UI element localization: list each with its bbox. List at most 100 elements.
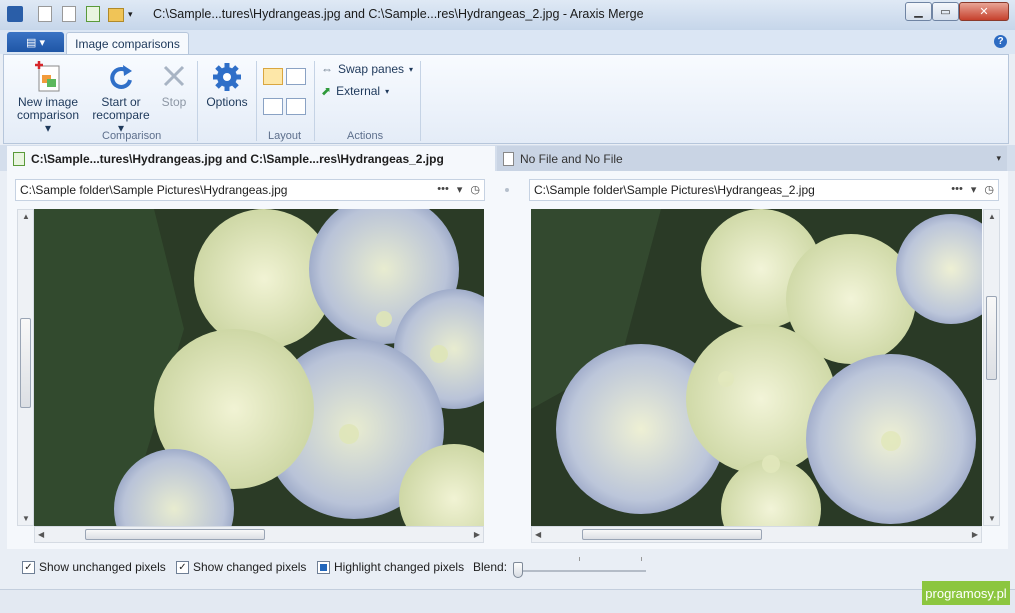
close-button[interactable]: ✕ (959, 2, 1009, 21)
group-label-actions: Actions (347, 130, 384, 142)
chevron-down-icon[interactable]: ▾ (971, 183, 977, 196)
swap-panes-label: Swap panes (338, 62, 405, 76)
new-document-icon[interactable] (38, 6, 52, 22)
title-bar: ▾ C:\Sample...tures\Hydrangeas.jpg and C… (0, 0, 1015, 31)
ribbon: New image comparison ▾ Start or recompar… (3, 54, 1009, 144)
chevron-down-icon: ▾ (385, 86, 390, 96)
scroll-up-icon[interactable]: ▲ (22, 212, 30, 221)
options-label: Options (206, 95, 248, 109)
new-image-comparison-button[interactable]: New image comparison ▾ (14, 61, 82, 135)
chevron-down-icon: ▾ (409, 64, 414, 74)
group-separator (314, 61, 315, 141)
checkbox-checked-icon: ✓ (22, 560, 35, 574)
tab-list-dropdown-icon[interactable]: ▾ (996, 153, 1001, 164)
left-path-text: C:\Sample folder\Sample Pictures\Hydrang… (20, 183, 288, 197)
image-document-icon (13, 151, 25, 166)
left-path-controls: ••• ▾ ◷ (437, 183, 480, 196)
history-icon[interactable]: ◷ (470, 183, 480, 196)
scroll-left-icon[interactable]: ◀ (38, 530, 44, 539)
browse-icon[interactable]: ••• (437, 183, 449, 196)
slider-tick (579, 557, 580, 561)
layout-stacked-alt-button[interactable] (286, 98, 306, 115)
layout-side-by-side-button[interactable] (263, 68, 283, 85)
blend-label-wrapper: Blend: (473, 560, 507, 574)
maximize-button[interactable]: ▭ (932, 2, 959, 21)
left-horizontal-scrollbar[interactable]: ◀ ▶ (34, 526, 484, 543)
right-path-field[interactable]: C:\Sample folder\Sample Pictures\Hydrang… (529, 179, 999, 201)
minimize-button[interactable]: ▁ (905, 2, 932, 21)
checkbox-checked-icon: ✓ (176, 560, 189, 574)
left-hscroll-thumb[interactable] (85, 529, 265, 540)
external-label: External (336, 84, 381, 98)
external-button[interactable]: ⬈ External ▾ (321, 84, 389, 98)
blend-slider-track[interactable] (514, 570, 646, 572)
document-tab-strip: C:\Sample...tures\Hydrangeas.jpg and C:\… (0, 145, 1015, 171)
show-changed-label: Show changed pixels (193, 560, 307, 574)
highlight-changed-label: Highlight changed pixels (334, 560, 465, 574)
watermark-badge: programosy.pl (922, 581, 1010, 605)
highlight-changed-checkbox[interactable]: Highlight changed pixels (317, 560, 464, 574)
right-horizontal-scrollbar[interactable]: ◀ ▶ (531, 526, 982, 543)
tab-image-comparisons[interactable]: Image comparisons (66, 32, 189, 55)
swap-panes-button[interactable]: ⇔ Swap panes ▾ (321, 62, 413, 76)
status-bar (0, 589, 1015, 613)
new-image-label-2: comparison ▾ (16, 108, 80, 135)
options-button[interactable]: Options (202, 61, 252, 109)
maximize-icon: ▭ (940, 6, 951, 18)
menu-icon: ▤ ▾ (26, 36, 45, 49)
right-vertical-scrollbar[interactable]: ▲ ▼ (983, 209, 1000, 526)
scroll-down-icon[interactable]: ▼ (988, 514, 996, 523)
chevron-down-icon[interactable]: ▾ (457, 183, 463, 196)
scroll-right-icon[interactable]: ▶ (972, 530, 978, 539)
minimize-icon: ▁ (914, 6, 923, 18)
customize-toolbar-icon[interactable]: ▾ (128, 6, 138, 22)
history-icon[interactable]: ◷ (984, 183, 994, 196)
scroll-down-icon[interactable]: ▼ (22, 514, 30, 523)
application-menu-button[interactable]: ▤ ▾ (7, 32, 64, 52)
new-image-comparison-icon (35, 61, 60, 92)
scroll-right-icon[interactable]: ▶ (474, 530, 480, 539)
splitter-handle[interactable] (505, 188, 509, 192)
new-image-comparison-icon[interactable] (86, 6, 100, 22)
group-label-comparison: Comparison (102, 130, 162, 142)
scroll-up-icon[interactable]: ▲ (988, 212, 996, 221)
document-tab-active-label: C:\Sample...tures\Hydrangeas.jpg and C:\… (31, 151, 444, 166)
app-icon[interactable] (7, 6, 23, 22)
help-icon[interactable]: ? (994, 35, 1007, 48)
show-unchanged-label: Show unchanged pixels (39, 560, 166, 574)
layout-stacked-button[interactable] (263, 98, 283, 115)
show-unchanged-checkbox[interactable]: ✓ Show unchanged pixels (22, 560, 166, 574)
browse-icon[interactable]: ••• (951, 183, 963, 196)
checkbox-indeterminate-icon (317, 560, 330, 574)
image-options-bar: ✓ Show unchanged pixels ✓ Show changed p… (0, 549, 1015, 589)
comparison-area: C:\Sample folder\Sample Pictures\Hydrang… (7, 171, 1008, 549)
document-tab-active[interactable]: C:\Sample...tures\Hydrangeas.jpg and C:\… (7, 146, 495, 171)
stop-button[interactable]: Stop (156, 61, 192, 109)
left-image-view[interactable] (34, 209, 484, 526)
stop-label: Stop (161, 95, 187, 109)
group-label-layout: Layout (268, 130, 302, 142)
right-vscroll-thumb[interactable] (986, 296, 997, 380)
scroll-left-icon[interactable]: ◀ (535, 530, 541, 539)
left-path-field[interactable]: C:\Sample folder\Sample Pictures\Hydrang… (15, 179, 485, 201)
blend-slider-thumb[interactable] (513, 562, 523, 578)
right-path-text: C:\Sample folder\Sample Pictures\Hydrang… (534, 183, 815, 197)
group-separator (420, 61, 421, 141)
show-changed-checkbox[interactable]: ✓ Show changed pixels (176, 560, 306, 574)
right-hscroll-thumb[interactable] (582, 529, 762, 540)
open-folder-icon[interactable] (108, 8, 124, 22)
group-separator (197, 61, 198, 141)
close-icon: ✕ (979, 6, 989, 18)
left-vscroll-thumb[interactable] (20, 318, 31, 408)
document-icon (503, 151, 514, 166)
right-path-controls: ••• ▾ ◷ (951, 183, 994, 196)
swap-icon: ⇔ (321, 62, 333, 76)
new-text-comparison-icon[interactable] (62, 6, 76, 22)
document-tab-inactive[interactable]: No File and No File ▾ (497, 146, 1007, 171)
window-title: C:\Sample...tures\Hydrangeas.jpg and C:\… (153, 7, 644, 21)
group-separator (256, 61, 257, 141)
layout-two-pane-button[interactable] (286, 68, 306, 85)
left-vertical-scrollbar[interactable]: ▲ ▼ (17, 209, 34, 526)
start-recompare-button[interactable]: Start or recompare ▾ (90, 61, 152, 135)
right-image-view[interactable] (531, 209, 982, 526)
